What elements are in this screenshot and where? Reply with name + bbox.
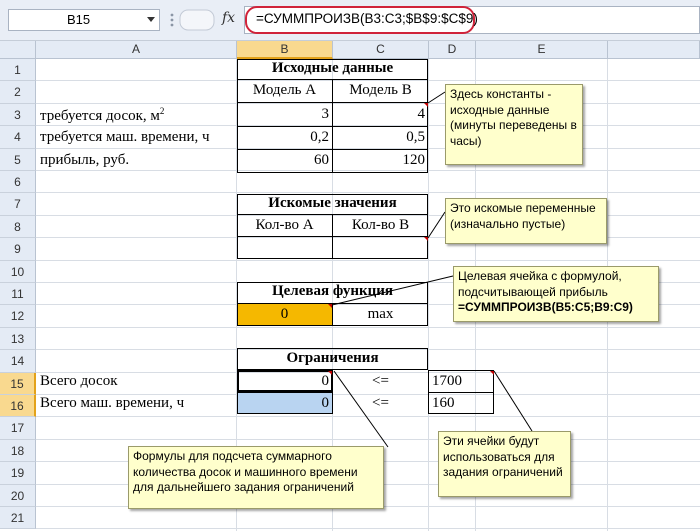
callout-target: Целевая ячейка с формулой, подсчитывающе… [453,266,659,322]
callout-limits: Эти ячейки будут использоваться для зада… [438,431,571,497]
callout-target-formula: =СУММПРОИЗВ(B5:C5;B9:C9) [458,300,633,314]
callout-constants: Здесь константы - исходные данные (минут… [445,84,583,165]
callout-target-text: Целевая ячейка с формулой, подсчитывающе… [458,269,622,299]
callout-formulas: Формулы для подсчета суммарного количест… [128,446,384,509]
callout-unknowns: Это искомые переменные (изначально пусты… [445,198,607,244]
